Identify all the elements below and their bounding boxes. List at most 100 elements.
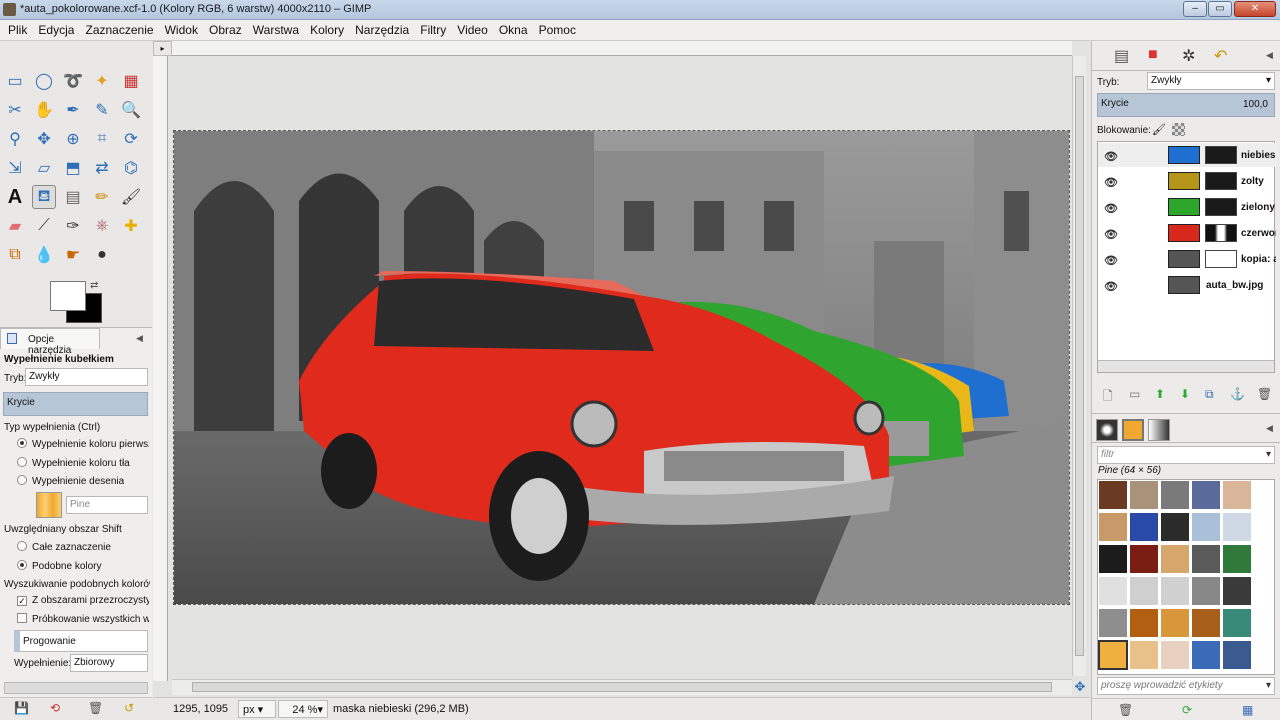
pattern-swatch[interactable]	[1098, 480, 1128, 510]
pattern-filter-input[interactable]: filtr ▾	[1097, 446, 1275, 464]
lock-pixels-icon[interactable]: 🖌	[1152, 123, 1166, 136]
pattern-preview[interactable]	[36, 492, 62, 518]
lock-alpha-icon[interactable]	[1172, 123, 1185, 136]
rotate-icon[interactable]: ⟳	[119, 127, 143, 151]
color-picker-icon[interactable]: ✎	[90, 98, 114, 122]
area-selection-radio[interactable]: Całe zaznaczenie	[17, 541, 111, 553]
menu-edycja[interactable]: Edycja	[38, 20, 74, 37]
layer-row-auta-bw[interactable]: 👁 auta_bw.jpg	[1098, 273, 1278, 297]
transparent-checkbox[interactable]: ✓ Z obszarami przezroczystym	[17, 595, 149, 606]
blend-icon[interactable]: ▤	[61, 185, 85, 209]
perspective-clone-icon[interactable]: ⧉	[3, 243, 27, 267]
vertical-ruler[interactable]	[153, 56, 168, 681]
fill-bg-radio[interactable]: Wypełnienie koloru tła	[17, 457, 130, 469]
brushes-tab-icon[interactable]	[1096, 419, 1118, 441]
paths-tab-icon[interactable]: ✲	[1182, 46, 1195, 66]
pattern-swatch[interactable]	[1191, 576, 1221, 606]
pattern-name-field[interactable]: Pine	[66, 496, 148, 514]
pattern-swatch[interactable]	[1160, 512, 1190, 542]
layer-mask-thumbnail[interactable]	[1205, 198, 1237, 216]
layer-opacity-slider[interactable]: Krycie 100,0	[1097, 93, 1275, 117]
layer-mask-thumbnail[interactable]	[1205, 224, 1237, 242]
opacity-slider[interactable]: Krycie	[3, 392, 148, 416]
visibility-eye-icon[interactable]: 👁	[1104, 150, 1118, 163]
pattern-tags-input[interactable]: proszę wprowadzić etykiety ▾	[1097, 677, 1275, 695]
pattern-swatch[interactable]	[1129, 608, 1159, 638]
pattern-swatch[interactable]	[1098, 512, 1128, 542]
menu-kolory[interactable]: Kolory	[310, 20, 344, 37]
move-icon[interactable]: ✥	[32, 127, 56, 151]
rect-select-icon[interactable]: ▭	[3, 69, 27, 93]
layer-mask-thumbnail[interactable]	[1205, 146, 1237, 164]
zoom-select[interactable]: 24 %▾	[278, 700, 328, 718]
swap-colors-icon[interactable]: ⇄	[90, 280, 98, 291]
pattern-swatch[interactable]	[1191, 640, 1221, 670]
pattern-swatch[interactable]	[1160, 544, 1190, 574]
layer-row-zielony[interactable]: 👁 zielony	[1098, 195, 1278, 219]
pattern-swatch[interactable]	[1160, 480, 1190, 510]
delete-options-icon[interactable]: 🗑	[88, 701, 103, 715]
pattern-swatch[interactable]	[1098, 576, 1128, 606]
pattern-swatch[interactable]	[1129, 480, 1159, 510]
channels-tab-icon[interactable]: ■	[1148, 46, 1158, 64]
menu-widok[interactable]: Widok	[165, 20, 198, 37]
pattern-swatch[interactable]	[1098, 608, 1128, 638]
layer-mask-thumbnail[interactable]	[1205, 172, 1237, 190]
panel-menu-icon[interactable]: ◀	[136, 333, 143, 344]
foreground-color-swatch[interactable]	[50, 281, 86, 311]
zoom-icon[interactable]: 🔍	[119, 98, 143, 122]
pattern-swatch[interactable]	[1129, 544, 1159, 574]
pattern-swatch[interactable]	[1191, 512, 1221, 542]
pattern-swatch[interactable]	[1160, 576, 1190, 606]
scissors-icon[interactable]: ✂	[3, 98, 27, 122]
open-pattern-icon[interactable]: ▦	[1242, 703, 1253, 717]
pattern-swatch[interactable]	[1222, 640, 1252, 670]
menu-narzedzia[interactable]: Narzędzia	[355, 20, 409, 37]
pattern-swatch[interactable]	[1191, 544, 1221, 574]
layer-row-kopia-auta-bw[interactable]: 👁 kopia: auta_bw.jpg	[1098, 247, 1278, 271]
fill-by-select[interactable]: Zbiorowy	[70, 654, 148, 672]
lower-layer-icon[interactable]: ⬇	[1180, 387, 1190, 401]
canvas-image[interactable]	[173, 130, 1070, 605]
save-options-icon[interactable]: 💾	[14, 701, 29, 715]
pattern-swatch[interactable]	[1160, 608, 1190, 638]
pattern-swatch[interactable]	[1222, 512, 1252, 542]
pattern-swatch[interactable]	[1098, 544, 1128, 574]
gradients-tab-icon[interactable]	[1148, 419, 1170, 441]
scale-icon[interactable]: ⇲	[3, 156, 27, 180]
tool-options-scrollbar[interactable]	[4, 682, 148, 694]
quick-mask-corner[interactable]: ▸	[153, 41, 172, 56]
menu-plik[interactable]: Plik	[8, 20, 27, 37]
horizontal-scroll-thumb[interactable]	[192, 682, 1052, 692]
layers-tab-icon[interactable]: ▤	[1114, 46, 1129, 66]
reset-options-icon[interactable]: ↺	[124, 701, 134, 715]
menu-zaznaczenie[interactable]: Zaznaczenie	[86, 20, 154, 37]
visibility-eye-icon[interactable]: 👁	[1104, 228, 1118, 241]
menu-okna[interactable]: Okna	[499, 20, 528, 37]
clone-icon[interactable]: ⎈	[90, 214, 114, 238]
horizontal-scrollbar[interactable]	[172, 679, 1072, 695]
visibility-eye-icon[interactable]: 👁	[1104, 202, 1118, 215]
menu-obraz[interactable]: Obraz	[209, 20, 242, 37]
restore-options-icon[interactable]: ⟲	[50, 701, 60, 715]
flip-icon[interactable]: ⇄	[90, 156, 114, 180]
airbrush-icon[interactable]: ⟋	[32, 214, 56, 238]
sample-merged-checkbox[interactable]: Próbkowanie wszystkich wa	[17, 613, 149, 625]
duplicate-layer-icon[interactable]: ⧉	[1205, 387, 1214, 402]
visibility-eye-icon[interactable]: 👁	[1104, 254, 1118, 267]
tool-options-tab[interactable]: Opcje narzędzia	[0, 328, 100, 356]
navigate-icon[interactable]: ✥	[1072, 679, 1088, 695]
close-button[interactable]: ✕	[1234, 1, 1276, 17]
fill-fg-radio[interactable]: Wypełnienie koloru pierwsz	[17, 438, 149, 450]
menu-filtry[interactable]: Filtry	[420, 20, 446, 37]
delete-pattern-icon[interactable]: 🗑	[1118, 703, 1133, 717]
area-similar-radio[interactable]: Podobne kolory	[17, 560, 102, 572]
dodge-burn-icon[interactable]: ●	[90, 243, 114, 267]
horizontal-ruler[interactable]	[172, 41, 1072, 56]
dock-menu-icon[interactable]: ◀	[1266, 50, 1273, 61]
mode-select[interactable]: Zwykły	[25, 368, 148, 386]
eraser-icon[interactable]: ▰	[3, 214, 27, 238]
raise-layer-icon[interactable]: ⬆	[1155, 387, 1165, 401]
paintbrush-icon[interactable]: 🖌	[119, 185, 143, 209]
color-select-icon[interactable]: ▦	[119, 69, 143, 93]
